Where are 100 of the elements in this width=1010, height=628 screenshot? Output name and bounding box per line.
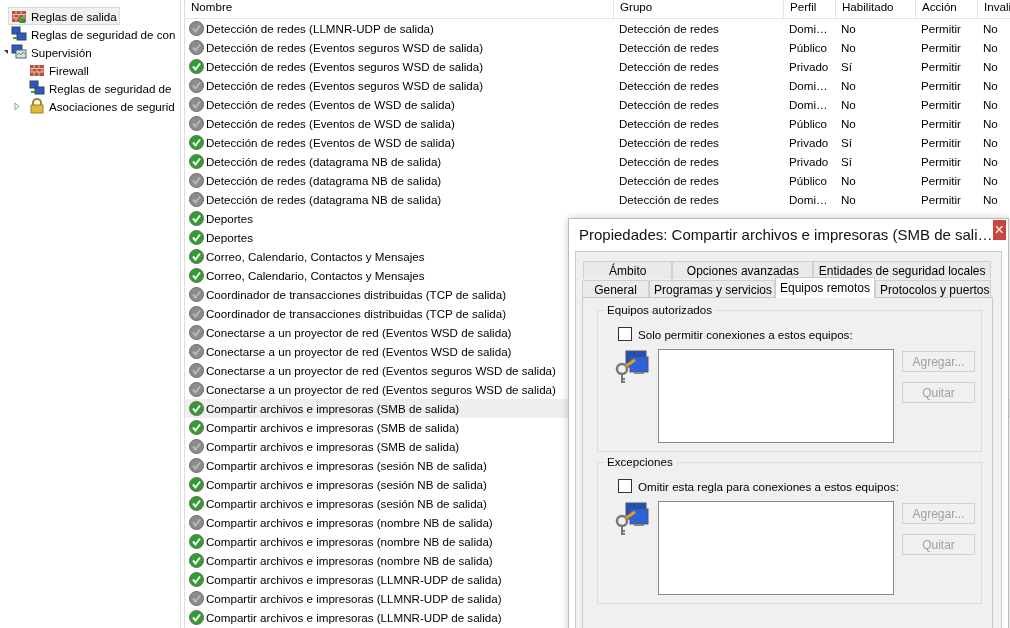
rule-name: Correo, Calendario, Contactos y Mensajes (206, 250, 425, 263)
rule-name: Compartir archivos e impresoras (nombre NB de salida) (206, 554, 493, 567)
table-cell: Detección de redes (619, 98, 719, 111)
table-cell: Público (789, 117, 828, 130)
group-title: Equipos autorizados (604, 303, 716, 316)
computer-list[interactable] (658, 501, 894, 595)
brick-wall-arrow-icon (11, 8, 27, 24)
rule-name: Compartir archivos e impresoras (LLMNR-UDP de salida) (206, 573, 502, 586)
tab[interactable]: Equipos remotos (774, 277, 875, 298)
rule-name: Detección de redes (datagrama NB de salida) (206, 174, 442, 187)
table-cell: No (983, 98, 998, 111)
tab[interactable]: General (582, 280, 649, 298)
checkbox[interactable] (618, 479, 632, 493)
table-cell: No (983, 79, 998, 92)
expanded-arrow-icon[interactable] (4, 48, 9, 56)
table-cell: Detección de redes (619, 22, 719, 35)
column-header[interactable]: Grupo (613, 0, 783, 18)
column-header[interactable]: Acción (915, 0, 977, 18)
table-cell: Sí (841, 136, 852, 149)
computer-list[interactable] (658, 349, 894, 443)
table-cell: No (983, 117, 998, 130)
rule-name: Detección de redes (Eventos seguros WSD de salida) (206, 41, 484, 54)
close-button[interactable]: × (992, 220, 1006, 240)
table-cell: No (841, 22, 856, 35)
tree-item[interactable]: Reglas de seguridad de (26, 79, 175, 97)
table-cell: Sí (841, 155, 852, 168)
table-cell: Detección de redes (619, 136, 719, 149)
rule-name: Conectarse a un proyector de red (Eventos WSD de salida) (206, 326, 512, 339)
rule-name: Compartir archivos e impresoras (nombre NB de salida) (206, 535, 493, 548)
rule-name: Conectarse a un proyector de red (Eventos seguros WSD de salida) (206, 364, 556, 377)
rule-name: Deportes (206, 231, 254, 244)
table-cell: No (983, 193, 998, 206)
rule-name: Compartir archivos e impresoras (SMB de salida) (206, 421, 460, 434)
checkbox-label[interactable]: Omitir esta regla para conexiones a estos equipos: (638, 479, 899, 493)
table-cell: Permitir (921, 136, 961, 149)
rule-name: Conectarse a un proyector de red (Eventos seguros WSD de salida) (206, 383, 556, 396)
table-cell: Detección de redes (619, 41, 719, 54)
rule-name: Correo, Calendario, Contactos y Mensajes (206, 269, 425, 282)
rule-name: Detección de redes (datagrama NB de salida) (206, 155, 442, 168)
checkbox[interactable] (618, 327, 632, 341)
rule-name: Detección de redes (Eventos de WSD de salida) (206, 98, 455, 111)
tree-item[interactable]: Reglas de seguridad de con (8, 25, 179, 43)
table-cell: Detección de redes (619, 117, 719, 130)
rule-name: Detección de redes (Eventos de WSD de salida) (206, 136, 455, 149)
rule-name: Detección de redes (LLMNR-UDP de salida) (206, 22, 434, 35)
tree-item[interactable]: Supervisión (8, 43, 95, 61)
table-cell: No (983, 155, 998, 168)
table-cell: Permitir (921, 22, 961, 35)
rule-name: Compartir archivos e impresoras (SMB de salida) (206, 402, 460, 415)
rule-name: Compartir archivos e impresoras (LLMNR-UDP de salida) (206, 611, 502, 624)
table-cell: No (983, 22, 998, 35)
checkbox-label[interactable]: Solo permitir conexiones a estos equipos: (638, 327, 853, 341)
tree-item[interactable]: Asociaciones de segurid (26, 97, 178, 115)
table-cell: No (841, 41, 856, 54)
table-cell: Privado (789, 136, 829, 149)
group-title: Excepciones (604, 455, 676, 468)
computers-icon (29, 80, 45, 96)
column-header[interactable]: Perfil (783, 0, 835, 18)
tab[interactable]: Ámbito (583, 261, 673, 279)
rule-name: Detección de redes (Eventos seguros WSD de salida) (206, 60, 484, 73)
table-cell: No (841, 117, 856, 130)
rule-name: Compartir archivos e impresoras (sesión NB de salida) (206, 478, 487, 491)
collapsed-arrow-icon[interactable] (14, 101, 20, 111)
column-header[interactable]: Invali (977, 0, 1010, 18)
table-cell: Detección de redes (619, 193, 719, 206)
table-cell: Domi… (789, 22, 828, 35)
rule-name: Detección de redes (Eventos seguros WSD de salida) (206, 79, 484, 92)
table-cell: Detección de redes (619, 79, 719, 92)
table-cell: No (841, 193, 856, 206)
computers-icon (11, 26, 27, 42)
tab[interactable]: Entidades de seguridad locales (813, 261, 991, 279)
rule-name: Deportes (206, 212, 254, 225)
table-cell: Permitir (921, 117, 961, 130)
table-cell: Domi… (789, 193, 828, 206)
table-cell: Permitir (921, 79, 961, 92)
table-cell: No (841, 174, 856, 187)
tab[interactable]: Protocolos y puertos (875, 280, 991, 298)
tree-item[interactable]: Firewall (26, 61, 92, 79)
rule-name: Compartir archivos e impresoras (sesión NB de salida) (206, 497, 487, 510)
rule-name: Compartir archivos e impresoras (nombre NB de salida) (206, 516, 493, 529)
column-header[interactable]: Nombre (185, 0, 613, 18)
table-cell: Detección de redes (619, 174, 719, 187)
table-cell: No (983, 41, 998, 54)
table-cell: Permitir (921, 98, 961, 111)
table-cell: No (841, 79, 856, 92)
table-cell: Público (789, 41, 828, 54)
rule-name: Coordinador de transacciones distribuidas (TCP de salida) (206, 307, 507, 320)
table-cell: Público (789, 174, 828, 187)
monitor-icon (11, 44, 27, 60)
table-cell: No (983, 60, 998, 73)
tab[interactable]: Opciones avanzadas (672, 261, 814, 279)
rule-name: Detección de redes (datagrama NB de salida) (206, 193, 442, 206)
tab[interactable]: Programas y servicios (648, 280, 775, 298)
table-cell: Permitir (921, 41, 961, 54)
column-header[interactable]: Habilitado (835, 0, 915, 18)
rule-name: Coordinador de transacciones distribuidas (TCP de salida) (206, 288, 507, 301)
table-cell: Sí (841, 60, 852, 73)
table-cell: Privado (789, 155, 829, 168)
table-cell: No (983, 174, 998, 187)
tree-item[interactable]: Reglas de salida (8, 7, 120, 25)
